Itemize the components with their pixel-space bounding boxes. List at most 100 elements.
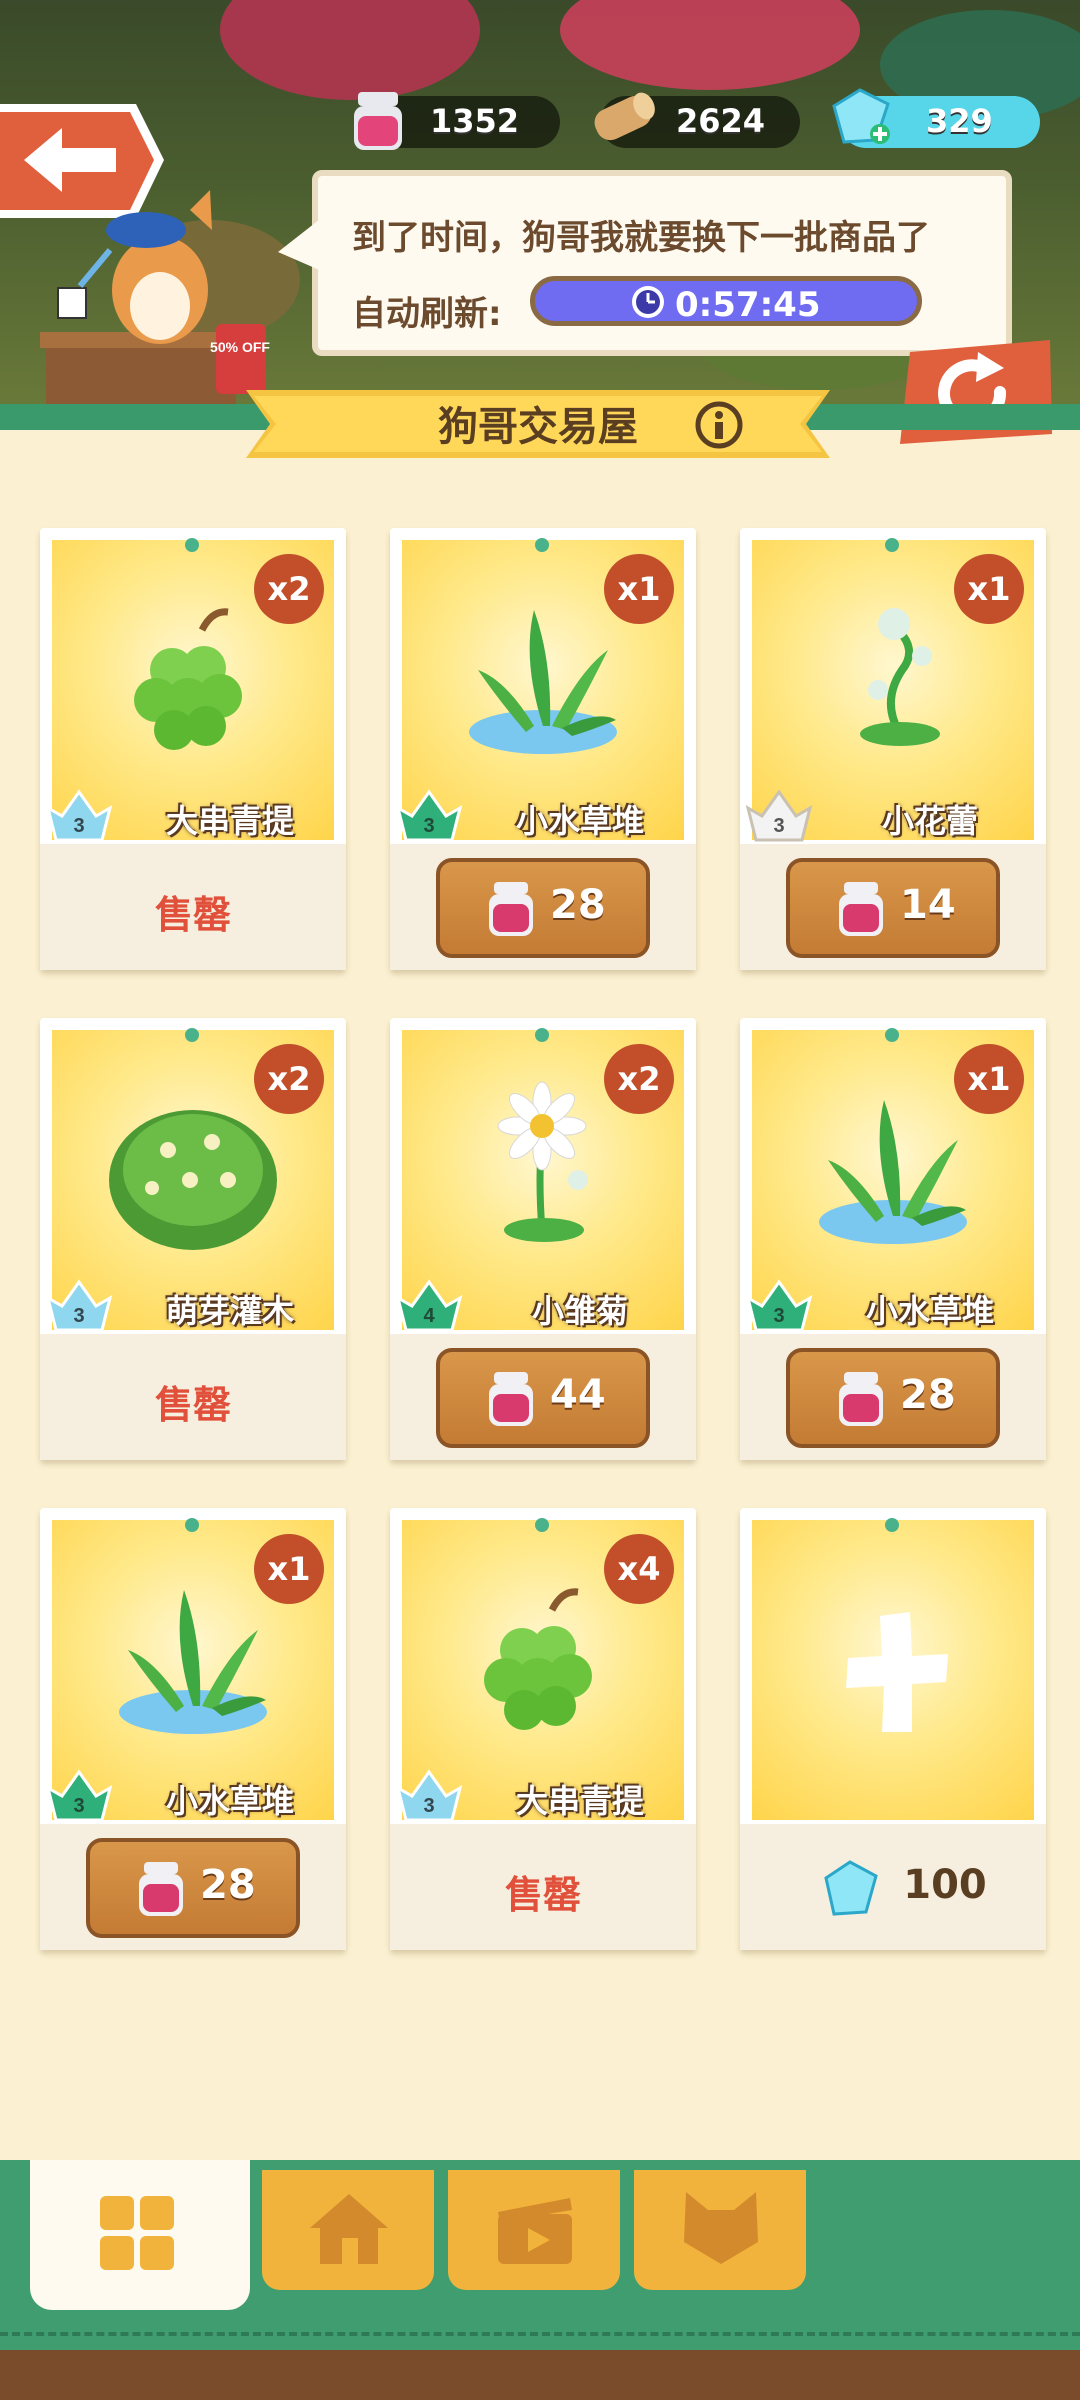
card-pin [535, 538, 549, 552]
item-quantity: x1 [954, 554, 1024, 624]
shop-item-card[interactable]: x2 3 大串青提 售罄 [40, 528, 346, 970]
item-quantity: x1 [254, 1534, 324, 1604]
refresh-label: 自动刷新: [352, 294, 502, 334]
wood-counter: 2624 [594, 92, 800, 148]
sold-out-label: 售罄 [154, 1383, 231, 1427]
shop-item-card[interactable]: x1 3 小水草堆 28 [40, 1508, 346, 1950]
jam-jar-icon [489, 1372, 533, 1426]
dog-merchant: 50% OFF [40, 190, 270, 410]
buy-button[interactable]: 14 [786, 858, 1000, 958]
scene-decor [220, 0, 480, 100]
item-name: 小水草堆 [165, 1782, 294, 1820]
shop-title-banner: 狗哥交易屋 [246, 380, 830, 466]
svg-text:3: 3 [73, 1305, 84, 1327]
shop-item-card[interactable]: x1 3 小水草堆 28 [740, 1018, 1046, 1460]
card-pin [185, 1518, 199, 1532]
svg-text:3: 3 [73, 815, 84, 837]
shop-item-card[interactable]: x1 3 小花蕾 14 [740, 528, 1046, 970]
svg-text:4: 4 [423, 1305, 435, 1327]
card-pin [185, 1028, 199, 1042]
svg-text:3: 3 [423, 1795, 434, 1817]
clapperboard-icon [498, 2198, 572, 2264]
price-value: 28 [550, 882, 606, 928]
card-footer: 100 [740, 1824, 1046, 1950]
refresh-timer: 0:57:45 [530, 276, 922, 326]
card-pin [185, 538, 199, 552]
card-footer: 售罄 [40, 844, 346, 970]
tab-home[interactable] [262, 2170, 434, 2290]
level-badge: 3 [395, 789, 463, 842]
bottom-scene [0, 2350, 1080, 2400]
buy-button[interactable]: 28 [786, 1348, 1000, 1448]
card-footer: 44 [390, 1334, 696, 1460]
house-icon [310, 2194, 388, 2264]
gem-icon [832, 88, 890, 144]
price-value: 28 [900, 1372, 956, 1418]
level-badge: 3 [45, 1279, 113, 1332]
item-name: 小花蕾 [881, 802, 978, 840]
npc-message: 到了时间，狗哥我就要换下一批商品了 [352, 218, 930, 258]
svg-text:3: 3 [423, 815, 434, 837]
item-name: 小水草堆 [515, 802, 644, 840]
tab-shop[interactable] [30, 2160, 250, 2310]
card-footer: 售罄 [40, 1334, 346, 1460]
shop-item-card[interactable]: x1 3 小水草堆 28 [390, 528, 696, 970]
card-pin [885, 1028, 899, 1042]
refresh-button[interactable] [900, 340, 1058, 450]
item-name: 小雏菊 [531, 1292, 628, 1330]
wood-log-icon [594, 92, 655, 141]
jam-counter: 1352 [354, 92, 560, 150]
jam-jar-icon [489, 882, 533, 936]
tab-cat[interactable] [634, 2170, 806, 2290]
item-name: 小水草堆 [865, 1292, 994, 1330]
bubble-tail [278, 216, 324, 272]
plus-icon [846, 1612, 948, 1732]
item-quantity: x4 [604, 1534, 674, 1604]
gem-counter[interactable]: 329 [832, 88, 1040, 148]
level-badge: 3 [45, 1769, 113, 1822]
info-icon[interactable] [694, 400, 744, 450]
buy-button[interactable]: 28 [86, 1838, 300, 1938]
card-footer: 14 [740, 844, 1046, 970]
buy-button[interactable]: 28 [436, 858, 650, 958]
level-badge: 3 [745, 1279, 813, 1332]
sold-out-label: 售罄 [504, 1873, 581, 1917]
item-quantity: x2 [254, 554, 324, 624]
item-quantity: x1 [604, 554, 674, 624]
speech-bubble: 到了时间，狗哥我就要换下一批商品了 自动刷新: 0:57:45 [278, 170, 1012, 356]
level-badge: 3 [395, 1769, 463, 1822]
unlock-price: 100 [903, 1862, 987, 1908]
card-pin [885, 1518, 899, 1532]
item-quantity: x2 [254, 1044, 324, 1114]
jam-value: 1352 [430, 102, 520, 140]
add-slot-card[interactable]: 100 [740, 1508, 1046, 1950]
qr-code-icon [57, 287, 87, 319]
cat-head-icon [684, 2192, 758, 2264]
level-badge: 3 [745, 789, 813, 842]
sale-sign: 50% OFF [210, 339, 270, 355]
jam-jar-icon [839, 1372, 883, 1426]
price-value: 14 [900, 882, 956, 928]
shop-item-card[interactable]: x2 4 小雏菊 44 [390, 1018, 696, 1460]
card-footer: 28 [390, 844, 696, 970]
item-name: 大串青提 [165, 802, 294, 840]
card-footer: 28 [740, 1334, 1046, 1460]
buy-button[interactable]: 44 [436, 1348, 650, 1448]
nav-divider [0, 2332, 1080, 2336]
shop-item-card[interactable]: x4 3 大串青提 售罄 [390, 1508, 696, 1950]
item-quantity: x1 [954, 1044, 1024, 1114]
svg-text:3: 3 [73, 1795, 84, 1817]
tab-video[interactable] [448, 2170, 620, 2290]
level-badge: 3 [45, 789, 113, 842]
wood-value: 2624 [676, 102, 766, 140]
sold-out-label: 售罄 [154, 893, 231, 937]
jam-jar-icon [139, 1862, 183, 1916]
item-art [752, 1520, 1034, 1820]
shop-item-card[interactable]: x2 3 萌芽灌木 售罄 [40, 1018, 346, 1460]
svg-text:3: 3 [773, 1305, 784, 1327]
grid-icon [100, 2196, 174, 2270]
card-pin [535, 1028, 549, 1042]
card-footer: 28 [40, 1824, 346, 1950]
level-badge: 4 [395, 1279, 463, 1332]
svg-text:3: 3 [773, 815, 784, 837]
